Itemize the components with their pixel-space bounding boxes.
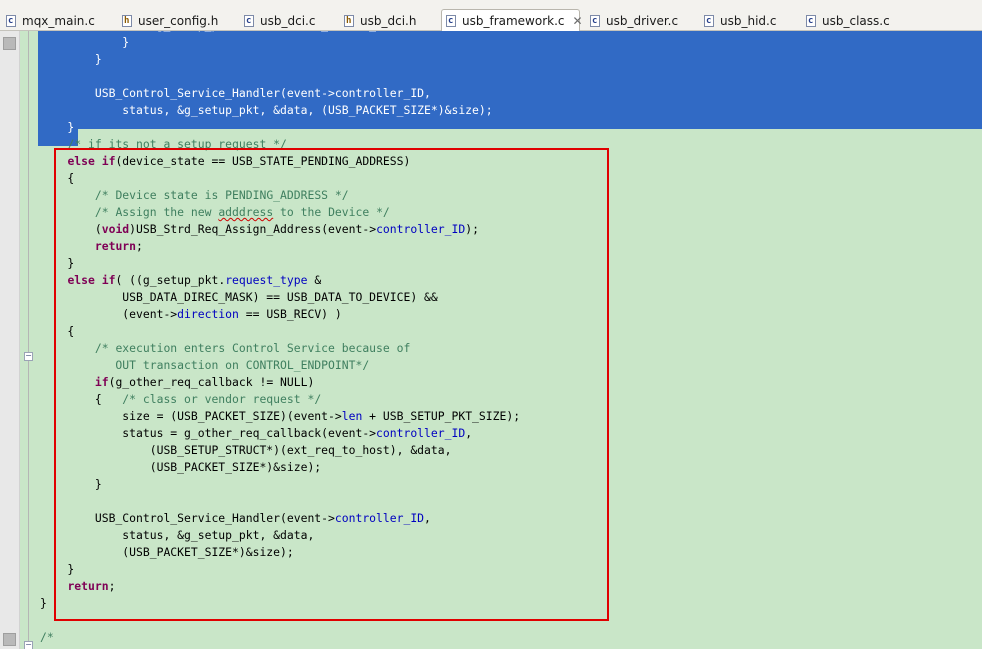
file-icon-glyph: c <box>706 16 712 26</box>
code-line[interactable]: } <box>40 34 520 51</box>
editor-tab-bar: c mqx_main.c h user_config.h c usb_dci.c h usb_… <box>0 0 982 32</box>
overview-ruler <box>0 31 20 649</box>
tab-usb-framework-c[interactable]: c usb_framework.c ✕ <box>441 9 583 32</box>
file-icon-glyph: h <box>124 16 130 26</box>
file-icon-glyph: c <box>8 16 14 26</box>
tab-label: mqx_main.c <box>22 14 95 28</box>
code-token: /* <box>40 630 54 644</box>
code-token: &g_setup_pkt, &data, (USB_PACKET_SIZE*)&… <box>40 31 465 32</box>
code-line[interactable]: USB_Control_Service_Handler(event->contr… <box>40 85 520 102</box>
code-token: } <box>40 120 75 134</box>
code-token: } <box>40 596 47 610</box>
tab-label: usb_framework.c <box>462 14 565 28</box>
header-file-icon: h <box>122 15 132 27</box>
c-file-icon: c <box>6 15 16 27</box>
tab-usb-dci-c[interactable]: c usb_dci.c <box>244 10 336 32</box>
c-file-icon: c <box>446 15 456 27</box>
code-editor[interactable]: − − &g_setup_pkt, &data, (USB_PACKET_SIZ… <box>0 31 982 649</box>
code-token: status, &g_setup_pkt, &data, (USB_PACKET… <box>40 103 493 117</box>
code-line[interactable]: } <box>40 51 520 68</box>
ruler-marker[interactable] <box>3 633 16 646</box>
code-token: } <box>40 52 102 66</box>
tab-usb-driver-c[interactable]: c usb_driver.c <box>590 10 692 32</box>
tab-user-config-h[interactable]: h user_config.h <box>122 10 234 32</box>
highlight-box <box>54 148 609 621</box>
tab-label: usb_dci.h <box>360 14 417 28</box>
tab-usb-hid-c[interactable]: c usb_hid.c <box>704 10 800 32</box>
code-line[interactable]: } <box>40 119 520 136</box>
tab-label: usb_hid.c <box>720 14 777 28</box>
code-line[interactable] <box>40 68 520 85</box>
c-file-icon: c <box>806 15 816 27</box>
tab-label: usb_driver.c <box>606 14 679 28</box>
code-line[interactable]: status, &g_setup_pkt, &data, (USB_PACKET… <box>40 102 520 119</box>
tab-usb-dci-h[interactable]: h usb_dci.h <box>344 10 434 32</box>
c-file-icon: c <box>244 15 254 27</box>
tab-mqx-main-c[interactable]: c mqx_main.c <box>6 10 114 32</box>
file-icon-glyph: c <box>448 16 454 26</box>
tab-label: usb_dci.c <box>260 14 316 28</box>
tab-label: usb_class.c <box>822 14 890 28</box>
file-icon-glyph: c <box>246 16 252 26</box>
ruler-marker[interactable] <box>3 37 16 50</box>
tab-usb-class-c[interactable]: c usb_class.c <box>806 10 904 32</box>
code-token: } <box>40 35 130 49</box>
close-tab-icon[interactable]: ✕ <box>573 14 583 28</box>
code-line[interactable]: /* <box>40 629 520 646</box>
fold-collapse-icon[interactable]: − <box>24 352 33 361</box>
header-file-icon: h <box>344 15 354 27</box>
code-token: USB_Control_Service_Handler(event->contr… <box>40 86 431 100</box>
file-icon-glyph: c <box>808 16 814 26</box>
fold-collapse-icon[interactable]: − <box>24 641 33 649</box>
folding-gutter: − − <box>20 31 38 649</box>
c-file-icon: c <box>590 15 600 27</box>
file-icon-glyph: c <box>592 16 598 26</box>
file-icon-glyph: h <box>346 16 352 26</box>
c-file-icon: c <box>704 15 714 27</box>
tab-label: user_config.h <box>138 14 219 28</box>
